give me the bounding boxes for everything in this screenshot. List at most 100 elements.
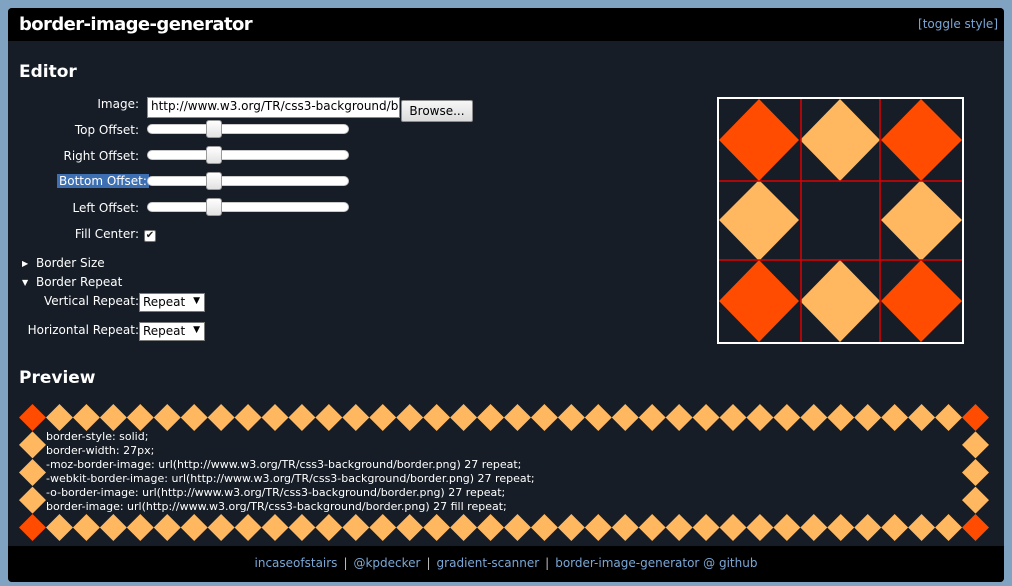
top-offset-slider[interactable]	[147, 120, 349, 138]
edge-diamond	[423, 514, 451, 541]
footer-link-github[interactable]: border-image-generator @ github	[555, 556, 757, 570]
corner-diamond	[719, 99, 799, 181]
edge-diamond	[719, 180, 799, 261]
border-repeat-toggle[interactable]: ▼ Border Repeat	[22, 275, 122, 289]
edge-diamond	[881, 180, 962, 261]
left-offset-label: Left Offset:	[72, 201, 140, 215]
edge-diamond	[396, 404, 424, 431]
horizontal-repeat-select[interactable]: Repeat ▼	[139, 322, 205, 341]
edge-diamond	[288, 404, 316, 431]
edge-diamond	[234, 514, 262, 541]
edge-diamond	[126, 404, 154, 431]
triangle-down-icon: ▼	[22, 278, 29, 287]
border-size-toggle[interactable]: ▶ Border Size	[22, 256, 105, 270]
vertical-repeat-value: Repeat	[143, 295, 186, 309]
css-code-line: -o-border-image: url(http://www.w3.org/T…	[46, 486, 506, 499]
edge-diamond	[935, 404, 963, 431]
edge-diamond	[72, 514, 100, 541]
edge-diamond	[477, 514, 505, 541]
edge-diamond	[962, 459, 989, 486]
horizontal-repeat-value: Repeat	[143, 324, 186, 338]
browse-button[interactable]: Browse...	[401, 100, 473, 122]
edge-diamond	[477, 404, 505, 431]
footer-link-gradient-scanner[interactable]: gradient-scanner	[437, 556, 540, 570]
edge-diamond	[746, 404, 774, 431]
edge-diamond	[450, 404, 478, 431]
edge-diamond	[342, 404, 370, 431]
corner-diamond	[19, 404, 46, 431]
edge-diamond	[962, 486, 989, 514]
image-label: Image:	[97, 97, 139, 111]
edge-diamond	[800, 404, 828, 431]
edge-diamond	[719, 404, 747, 431]
edge-diamond	[800, 260, 880, 342]
vertical-repeat-select[interactable]: Repeat ▼	[139, 293, 205, 312]
edge-diamond	[854, 514, 882, 541]
edge-diamond	[719, 514, 747, 541]
right-offset-slider[interactable]	[147, 146, 349, 164]
edge-diamond	[369, 404, 397, 431]
slider-track	[147, 124, 349, 134]
edge-diamond	[962, 431, 989, 459]
edge-diamond	[261, 404, 289, 431]
fill-center-checkbox[interactable]: ✔	[144, 230, 156, 242]
slider-thumb[interactable]	[206, 172, 222, 190]
right-offset-label: Right Offset:	[63, 149, 139, 163]
top-offset-label: Top Offset:	[74, 123, 139, 137]
edge-diamond	[638, 514, 666, 541]
css-code-output: border-style: solid; border-width: 27px;…	[46, 430, 535, 514]
fill-center-label: Fill Center:	[74, 227, 139, 241]
edge-diamond	[746, 514, 774, 541]
edge-diamond	[800, 514, 828, 541]
app-title: border-image-generator	[19, 14, 253, 35]
edge-diamond	[207, 404, 235, 431]
edge-diamond	[584, 514, 612, 541]
edge-diamond	[935, 514, 963, 541]
edge-diamond	[692, 514, 720, 541]
edge-diamond	[288, 514, 316, 541]
toggle-style-link[interactable]: [toggle style]	[918, 17, 998, 31]
css-code-line: border-style: solid;	[46, 430, 149, 443]
bottom-offset-slider[interactable]	[147, 172, 349, 190]
edge-diamond	[396, 514, 424, 541]
edge-diamond	[773, 404, 801, 431]
corner-diamond	[881, 99, 962, 181]
edge-diamond	[450, 514, 478, 541]
slider-thumb[interactable]	[206, 198, 222, 216]
edge-diamond	[665, 404, 693, 431]
edge-diamond	[584, 404, 612, 431]
edge-diamond	[99, 404, 127, 431]
edge-diamond	[773, 514, 801, 541]
edge-diamond	[19, 486, 46, 514]
edge-diamond	[45, 404, 73, 431]
slider-thumb[interactable]	[206, 120, 222, 138]
edge-diamond	[342, 514, 370, 541]
corner-diamond	[962, 404, 989, 431]
edge-diamond	[692, 404, 720, 431]
edge-diamond	[881, 514, 909, 541]
edge-diamond	[638, 404, 666, 431]
edge-diamond	[557, 404, 585, 431]
edge-diamond	[423, 404, 451, 431]
footer-link-incaseofstairs[interactable]: incaseofstairs	[255, 556, 338, 570]
edge-diamond	[234, 404, 262, 431]
source-image-preview[interactable]	[717, 97, 964, 344]
slider-thumb[interactable]	[206, 146, 222, 164]
corner-diamond	[19, 514, 46, 541]
top-bar: border-image-generator [toggle style]	[8, 8, 1004, 41]
edge-diamond	[800, 99, 880, 181]
footer: incaseofstairs | @kpdecker | gradient-scanne…	[8, 546, 1004, 582]
css-code-line: -moz-border-image: url(http://www.w3.org…	[46, 458, 522, 471]
border-repeat-label: Border Repeat	[36, 275, 123, 289]
left-offset-slider[interactable]	[147, 198, 349, 216]
app-window: border-image-generator [toggle style] Ed…	[8, 8, 1004, 582]
footer-link-kpdecker[interactable]: @kpdecker	[353, 556, 420, 570]
edge-diamond	[665, 514, 693, 541]
edge-diamond	[827, 514, 855, 541]
css-code-line: border-image: url(http://www.w3.org/TR/c…	[46, 500, 507, 513]
dropdown-arrow-icon: ▼	[193, 296, 200, 306]
edge-diamond	[611, 514, 639, 541]
preview-title: Preview	[19, 368, 96, 388]
edge-diamond	[315, 514, 343, 541]
image-url-input[interactable]: http://www.w3.org/TR/css3-background/bo	[147, 97, 400, 118]
